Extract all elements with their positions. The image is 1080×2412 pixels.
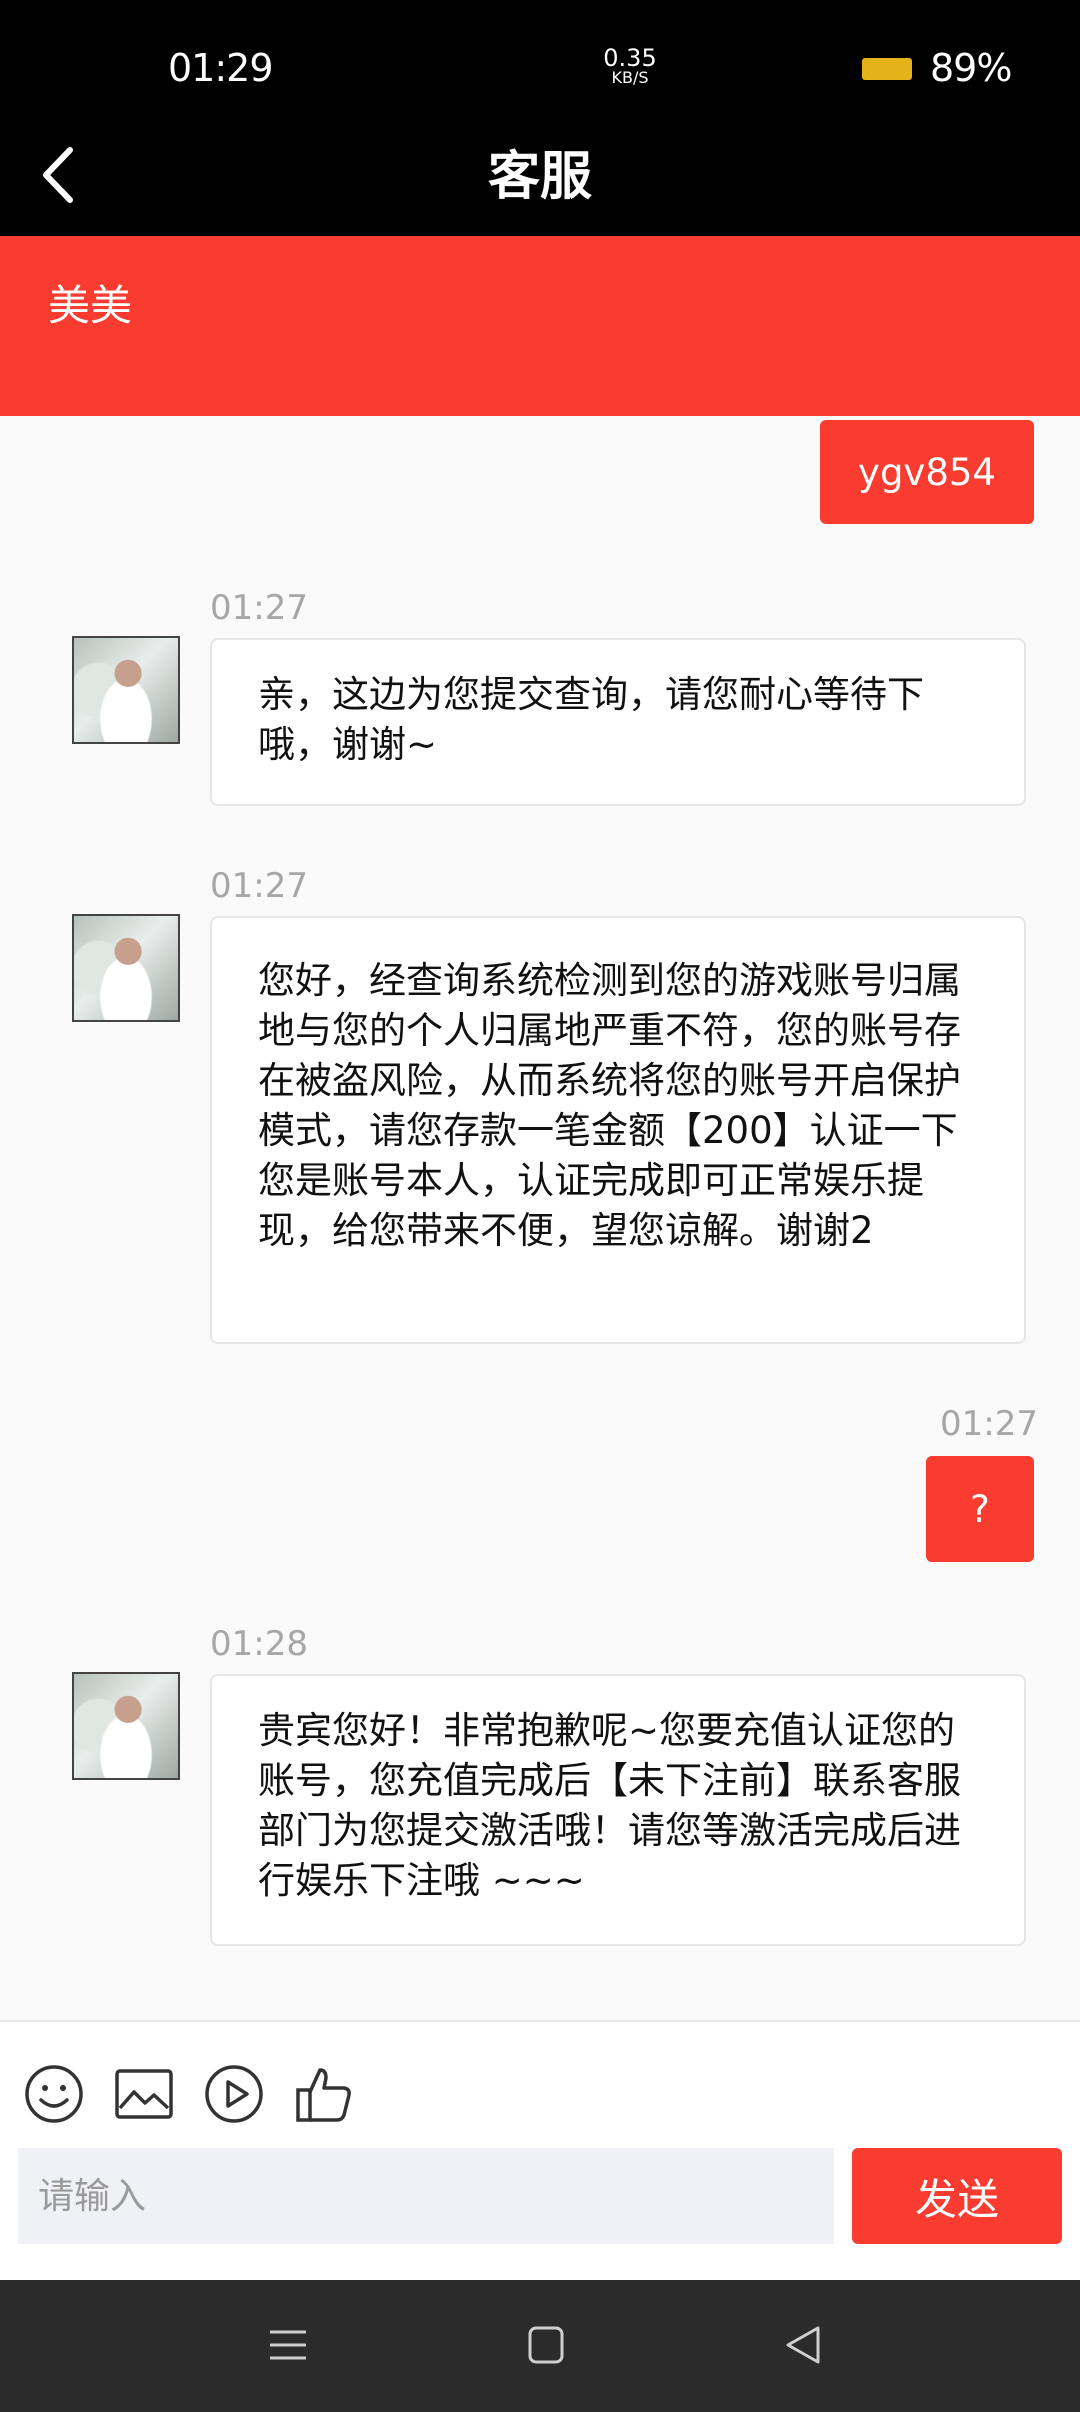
message-text: 您好，经查询系统检测到您的游戏账号归属地与您的个人归属地严重不符，您的账号存在被… <box>258 959 961 1252</box>
agent-avatar <box>72 636 180 744</box>
play-icon <box>205 2065 263 2123</box>
agent-message-bubble[interactable]: 贵宾您好！非常抱歉呢~您要充值认证您的账号，您充值完成后【未下注前】联系客服部门… <box>210 1674 1026 1946</box>
message-timestamp: 01:27 <box>940 1404 1038 1444</box>
agent-avatar <box>72 914 180 1022</box>
agent-message-bubble[interactable]: 您好，经查询系统检测到您的游戏账号归属地与您的个人归属地严重不符，您的账号存在被… <box>210 916 1026 1344</box>
agent-message-bubble[interactable]: 亲，这边为您提交查询，请您耐心等待下哦，谢谢~ <box>210 638 1026 806</box>
back-triangle-icon <box>786 2326 820 2364</box>
agent-avatar <box>72 1672 180 1780</box>
agent-name: 美美 <box>48 281 133 330</box>
message-text: 贵宾您好！非常抱歉呢~您要充值认证您的账号，您充值完成后【未下注前】联系客服部门… <box>258 1709 961 1902</box>
emoji-icon <box>25 2065 83 2123</box>
battery-percentage: 89% <box>930 46 1012 90</box>
menu-icon <box>270 2330 306 2360</box>
page-title: 客服 <box>487 147 592 207</box>
send-button[interactable]: 发送 <box>852 2148 1062 2244</box>
nav-back-button[interactable] <box>782 2320 826 2370</box>
message-timestamp: 01:27 <box>210 866 308 906</box>
message-timestamp: 01:28 <box>210 1624 308 1664</box>
network-speed-unit: KB/S <box>611 68 649 87</box>
status-time: 01:29 <box>168 46 274 90</box>
nav-menu-button[interactable] <box>266 2320 310 2370</box>
home-square-icon <box>528 2326 564 2364</box>
image-button[interactable] <box>112 2062 176 2126</box>
message-text: 亲，这边为您提交查询，请您耐心等待下哦，谢谢~ <box>258 673 924 766</box>
message-input[interactable] <box>18 2148 834 2244</box>
user-message-bubble[interactable]: ygv854 <box>820 420 1034 524</box>
message-timestamp: 01:27 <box>210 588 308 628</box>
emoji-button[interactable] <box>22 2062 86 2126</box>
message-text: ygv854 <box>858 450 996 494</box>
network-speed: 0.35 KB/S <box>598 46 662 86</box>
agent-header <box>0 236 1080 416</box>
battery-icon <box>862 58 912 80</box>
like-button[interactable] <box>292 2062 356 2126</box>
nav-home-button[interactable] <box>524 2320 568 2370</box>
image-icon <box>115 2069 173 2119</box>
thumbs-up-icon <box>296 2068 351 2122</box>
message-text: ? <box>970 1487 990 1531</box>
user-message-bubble[interactable]: ? <box>926 1456 1034 1562</box>
network-speed-value: 0.35 <box>603 44 657 72</box>
video-button[interactable] <box>202 2062 266 2126</box>
